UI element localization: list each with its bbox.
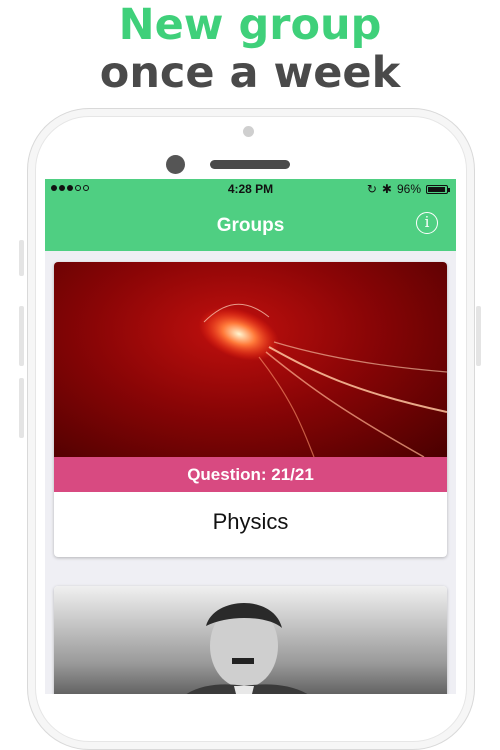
group-card-2[interactable] xyxy=(54,586,447,694)
group-card-physics[interactable]: Question: 21/21 Physics xyxy=(54,262,447,557)
sensor-dot xyxy=(243,126,254,137)
portrait-photo-image xyxy=(186,603,308,694)
volume-up-button xyxy=(19,306,24,366)
volume-down-button xyxy=(19,378,24,438)
power-button xyxy=(476,306,481,366)
group-image xyxy=(54,586,447,694)
battery-icon xyxy=(426,184,450,194)
question-progress-label: Question: 21/21 xyxy=(54,457,447,492)
mute-switch xyxy=(19,240,24,276)
group-image xyxy=(54,262,447,458)
nav-bar: Groups i xyxy=(45,199,456,251)
nav-title: Groups xyxy=(216,215,285,236)
headline-line-2: once a week xyxy=(99,48,401,98)
rotation-lock-icon: ↻ xyxy=(366,182,377,196)
earpiece-speaker xyxy=(210,160,290,169)
info-icon[interactable]: i xyxy=(416,212,438,234)
status-bar: 4:28 PM ↻ ✱ 96% xyxy=(45,179,456,199)
headline-line-1: New group xyxy=(118,0,382,50)
bluetooth-icon: ✱ xyxy=(381,182,392,196)
glowing-comet-image xyxy=(198,303,447,458)
battery-percent: 96% xyxy=(396,182,421,196)
status-right-group: ↻ ✱ 96% xyxy=(366,182,450,196)
group-title: Physics xyxy=(212,509,289,534)
phone-screen: 4:28 PM ↻ ✱ 96% Groups i Question: 21/21… xyxy=(45,179,456,694)
front-camera xyxy=(166,155,185,174)
